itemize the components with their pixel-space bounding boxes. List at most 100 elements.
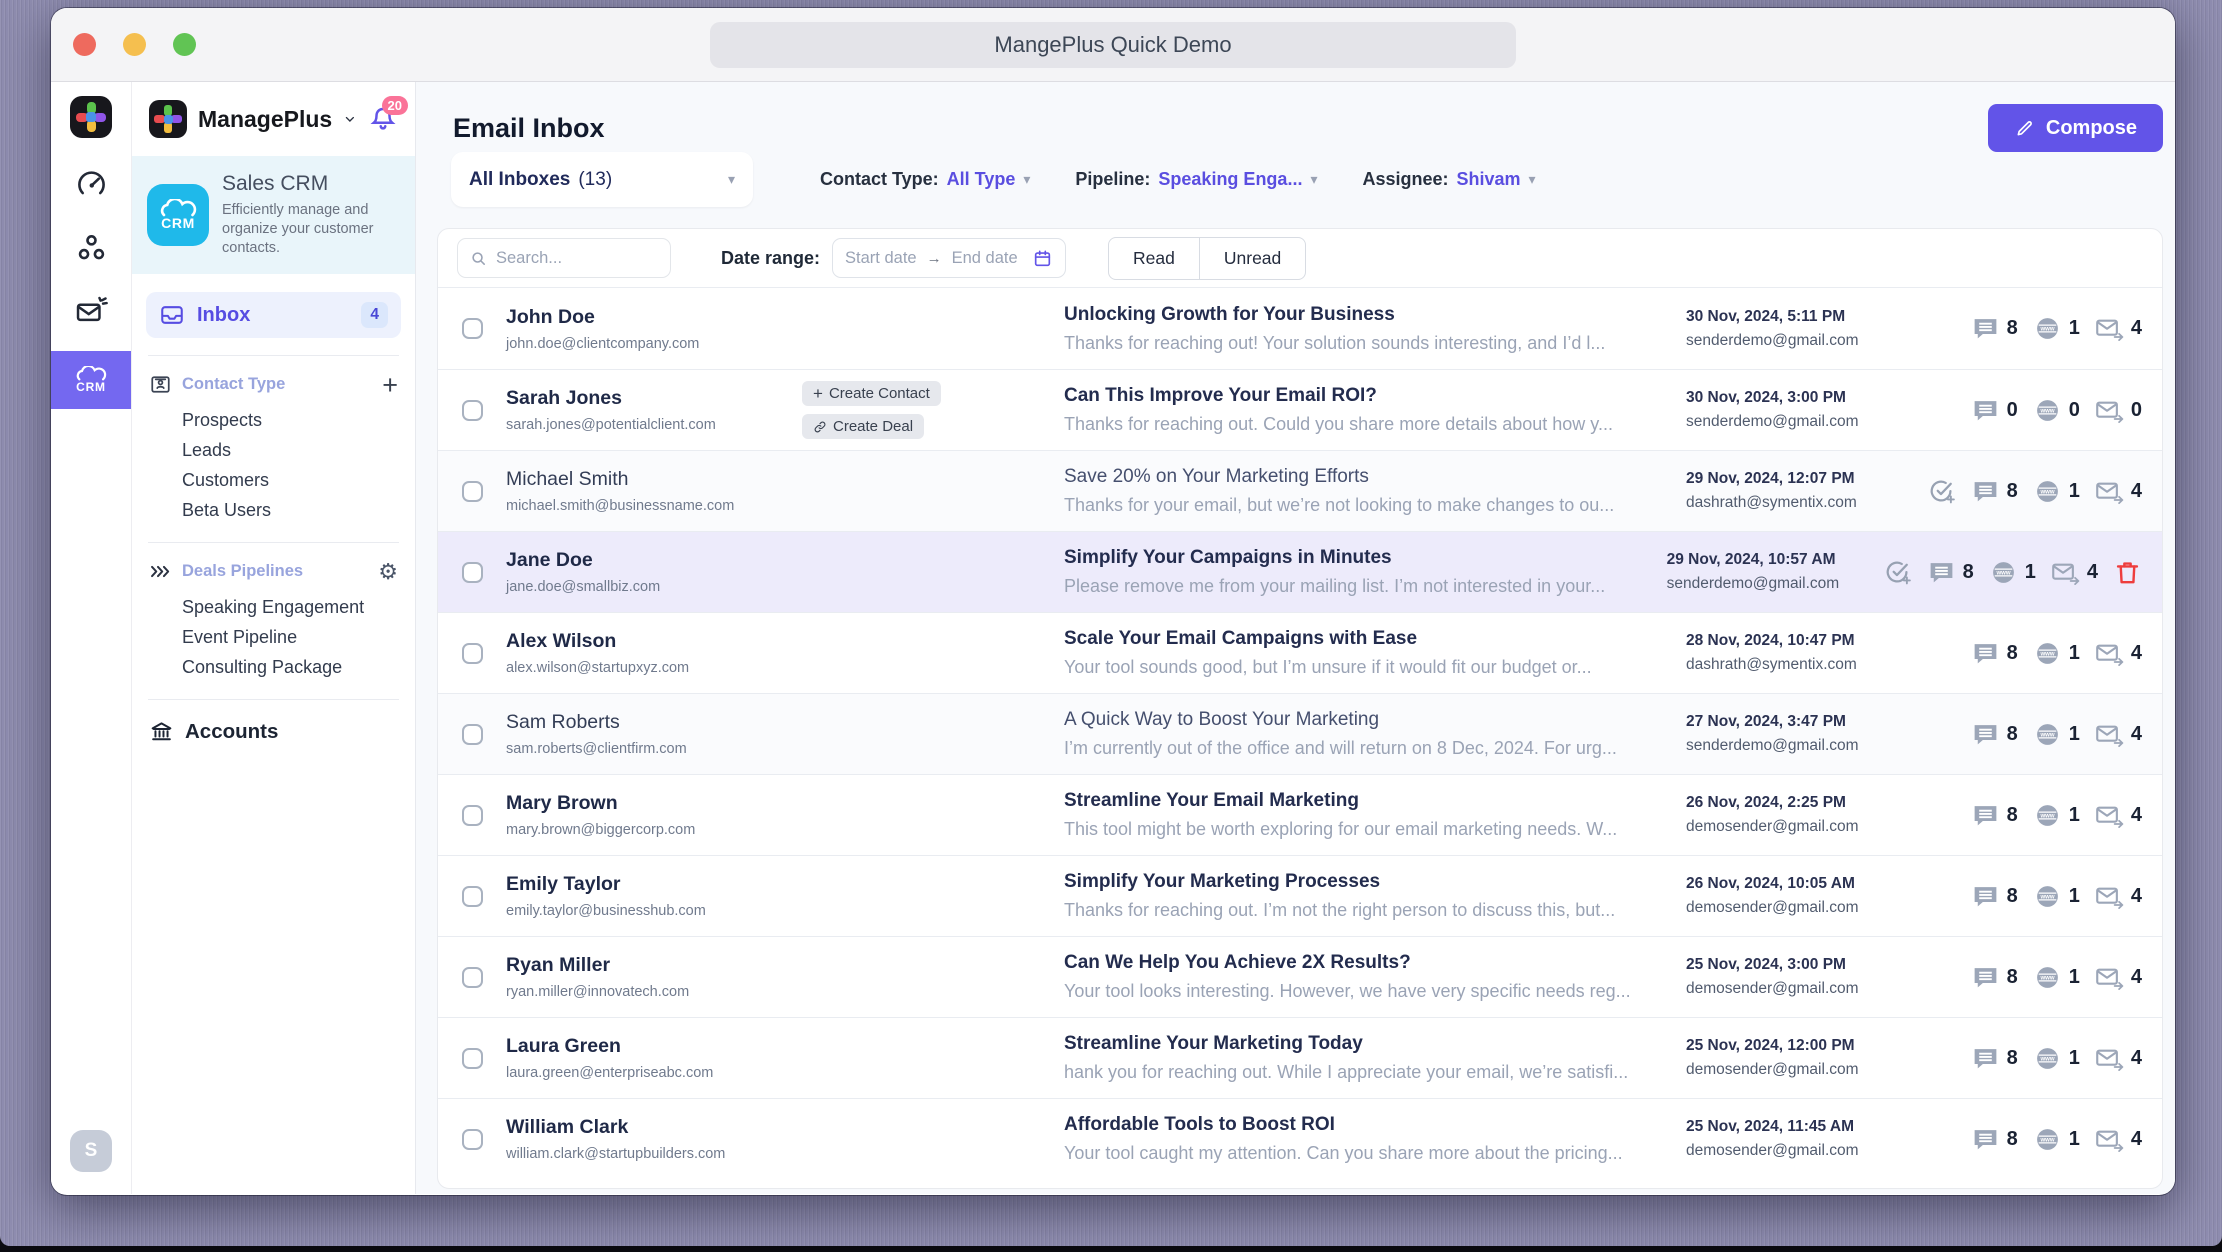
- email-row[interactable]: Sam Roberts sam.roberts@clientfirm.com A…: [438, 693, 2162, 774]
- svg-text:www: www: [2039, 1056, 2054, 1062]
- sidebar-item-accounts[interactable]: Accounts: [146, 717, 401, 746]
- sales-crm-card[interactable]: CRM Sales CRM Efficiently manage and org…: [132, 156, 415, 274]
- email-checkbox[interactable]: [462, 318, 483, 339]
- globe-icon: www: [2033, 314, 2062, 343]
- email-campaign-icon[interactable]: [75, 294, 108, 327]
- email-list-card: Date range: Start date → End date Read U…: [437, 228, 2163, 1189]
- mail-forward-icon: [2095, 396, 2124, 425]
- email-from-name: Sam Roberts: [506, 711, 802, 734]
- email-from-address: ryan.miller@innovatech.com: [506, 984, 802, 1000]
- email-checkbox[interactable]: [462, 562, 483, 583]
- globe-icon: www: [2033, 882, 2062, 911]
- replies-count: 8: [2007, 642, 2018, 665]
- email-row[interactable]: John Doe john.doe@clientcompany.com Unlo…: [438, 288, 2162, 369]
- add-task-icon[interactable]: [1927, 477, 1956, 506]
- email-row[interactable]: Emily Taylor emily.taylor@businesshub.co…: [438, 855, 2162, 936]
- date-range-input[interactable]: Start date → End date: [832, 238, 1066, 278]
- unread-filter-button[interactable]: Unread: [1199, 237, 1306, 280]
- forwards-count: 4: [2131, 885, 2142, 908]
- email-row[interactable]: Alex Wilson alex.wilson@startupxyz.com S…: [438, 612, 2162, 693]
- add-task-icon[interactable]: [1883, 558, 1912, 587]
- email-checkbox[interactable]: [462, 643, 483, 664]
- svg-text:www: www: [2039, 975, 2054, 981]
- close-button[interactable]: [73, 33, 96, 56]
- window-title: MangePlus Quick Demo: [710, 22, 1516, 68]
- pipelines-item[interactable]: Event Pipeline: [146, 622, 401, 652]
- chat-icon: [1971, 963, 2000, 992]
- email-row[interactable]: Laura Green laura.green@enterpriseabc.co…: [438, 1017, 2162, 1098]
- create-contact-chip[interactable]: +Create Contact: [802, 381, 941, 406]
- email-date: 25 Nov, 2024, 3:00 PM: [1686, 956, 1902, 974]
- page-title: Email Inbox: [453, 113, 605, 144]
- svg-text:www: www: [2039, 651, 2054, 657]
- email-checkbox[interactable]: [462, 1129, 483, 1150]
- replies-count: 8: [2007, 885, 2018, 908]
- rail-item-crm-active[interactable]: CRM: [51, 351, 131, 409]
- email-from-address: sarah.jones@potentialclient.com: [506, 417, 802, 433]
- contacts-group-icon[interactable]: [75, 231, 108, 264]
- notification-count-badge: 20: [382, 96, 408, 115]
- dashboard-icon[interactable]: [75, 168, 108, 201]
- globe-icon: www: [2033, 1125, 2062, 1154]
- email-checkbox[interactable]: [462, 805, 483, 826]
- email-from-address: sam.roberts@clientfirm.com: [506, 741, 802, 757]
- inbox-selector-dropdown[interactable]: All Inboxes (13) ▾: [451, 152, 753, 207]
- search-box[interactable]: [457, 238, 671, 278]
- search-input[interactable]: [496, 249, 659, 268]
- gear-icon[interactable]: ⚙: [378, 562, 398, 582]
- fullscreen-button[interactable]: [173, 33, 196, 56]
- quick-action-chips: +Create Contact Create Deal: [802, 381, 1064, 439]
- contact-type-item[interactable]: Prospects: [146, 405, 401, 435]
- globe-icon: www: [2033, 963, 2062, 992]
- pipelines-item[interactable]: Speaking Engagement: [146, 592, 401, 622]
- app-logo-icon[interactable]: [70, 96, 112, 138]
- email-checkbox[interactable]: [462, 724, 483, 745]
- email-preview: I’m currently out of the office and will…: [1064, 738, 1652, 759]
- email-preview: Thanks for your email, but we’re not loo…: [1064, 495, 1652, 516]
- add-contact-type-button[interactable]: +: [382, 375, 398, 395]
- contact-type-item[interactable]: Leads: [146, 435, 401, 465]
- pipeline-filter[interactable]: Pipeline: Speaking Enga... ▾: [1075, 169, 1317, 190]
- mail-forward-icon: [2095, 720, 2124, 749]
- email-date: 30 Nov, 2024, 5:11 PM: [1686, 308, 1902, 326]
- email-row[interactable]: William Clark william.clark@startupbuild…: [438, 1098, 2162, 1179]
- email-row[interactable]: Michael Smith michael.smith@businessname…: [438, 450, 2162, 531]
- email-checkbox[interactable]: [462, 967, 483, 988]
- web-count: 1: [2069, 804, 2080, 827]
- notifications-button[interactable]: 20: [368, 104, 398, 134]
- email-checkbox[interactable]: [462, 400, 483, 421]
- email-date: 27 Nov, 2024, 3:47 PM: [1686, 713, 1902, 731]
- email-preview: Thanks for reaching out! Your solution s…: [1064, 333, 1652, 354]
- email-row[interactable]: Mary Brown mary.brown@biggercorp.com Str…: [438, 774, 2162, 855]
- email-row[interactable]: Ryan Miller ryan.miller@innovatech.com C…: [438, 936, 2162, 1017]
- contact-type-filter[interactable]: Contact Type: All Type ▾: [820, 169, 1030, 190]
- chat-icon: [1971, 396, 2000, 425]
- pipelines-item[interactable]: Consulting Package: [146, 652, 401, 682]
- email-row[interactable]: Sarah Jones sarah.jones@potentialclient.…: [438, 369, 2162, 450]
- email-from-address: john.doe@clientcompany.com: [506, 336, 802, 352]
- crm-cloud-icon: [73, 366, 109, 381]
- globe-icon: www: [2033, 1044, 2062, 1073]
- user-avatar[interactable]: S: [70, 1130, 112, 1172]
- email-checkbox[interactable]: [462, 481, 483, 502]
- email-checkbox[interactable]: [462, 886, 483, 907]
- email-row[interactable]: Jane Doe jane.doe@smallbiz.com Simplify …: [438, 531, 2162, 612]
- minimize-button[interactable]: [123, 33, 146, 56]
- sidebar-item-inbox[interactable]: Inbox 4: [146, 292, 401, 338]
- compose-button[interactable]: Compose: [1988, 104, 2163, 152]
- pipelines-section-label: Deals Pipelines: [182, 562, 303, 581]
- chevron-down-icon[interactable]: [343, 109, 357, 129]
- email-preview: hank you for reaching out. While I appre…: [1064, 1062, 1652, 1083]
- create-deal-chip[interactable]: Create Deal: [802, 414, 924, 439]
- mail-forward-icon: [2095, 1125, 2124, 1154]
- read-filter-button[interactable]: Read: [1108, 237, 1200, 280]
- contact-type-item[interactable]: Beta Users: [146, 495, 401, 525]
- email-checkbox[interactable]: [462, 1048, 483, 1069]
- delete-icon[interactable]: [2113, 558, 2142, 587]
- contact-type-item[interactable]: Customers: [146, 465, 401, 495]
- assignee-filter[interactable]: Assignee: Shivam ▾: [1362, 169, 1535, 190]
- globe-icon: www: [2033, 396, 2062, 425]
- replies-count: 8: [2007, 723, 2018, 746]
- chevron-down-icon: ▾: [1310, 171, 1317, 188]
- email-sender-account: dashrath@symentix.com: [1686, 494, 1902, 512]
